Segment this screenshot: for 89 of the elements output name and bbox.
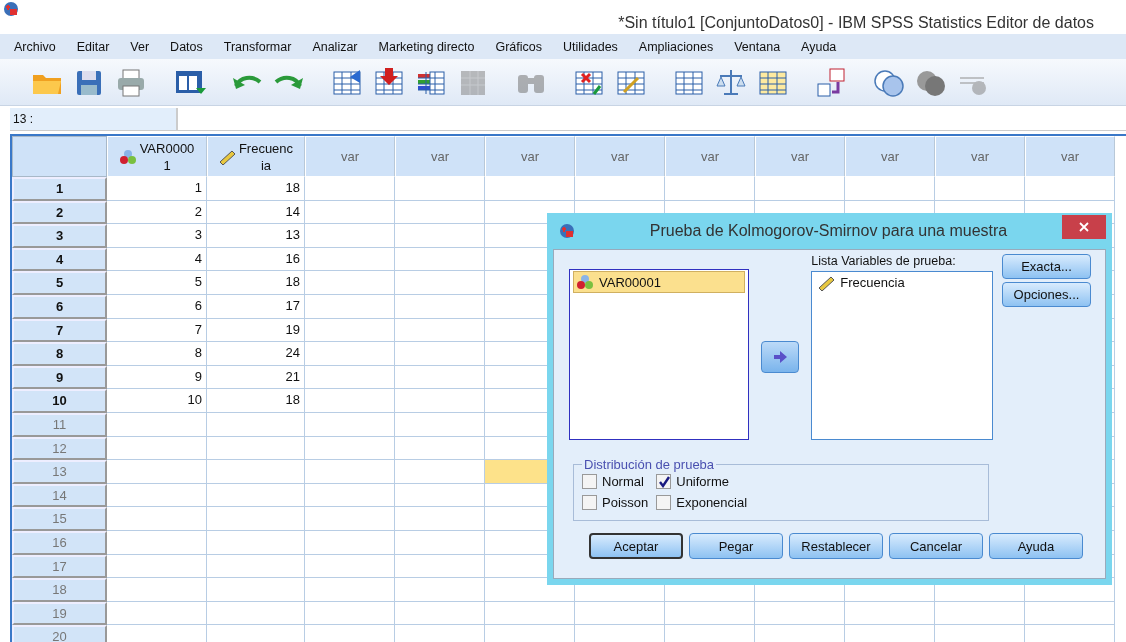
menu-item[interactable]: Editar bbox=[68, 39, 118, 54]
dialog-title: Prueba de Kolmogorov-Smirnov para una muestra bbox=[648, 222, 1009, 240]
menu-item[interactable]: Utilidades bbox=[554, 39, 626, 54]
row-header[interactable]: 20 bbox=[12, 625, 107, 642]
column-header[interactable]: var bbox=[845, 136, 935, 177]
table-cell: 24 bbox=[207, 342, 305, 366]
list-item[interactable]: VAR00001 bbox=[573, 271, 745, 293]
dialog-button[interactable]: Restablecer bbox=[789, 533, 883, 559]
table-cell: 5 bbox=[107, 271, 207, 295]
menu-item[interactable]: Analizar bbox=[304, 39, 366, 54]
dialog-button[interactable]: Ayuda bbox=[989, 533, 1083, 559]
row-header[interactable]: 7 bbox=[12, 318, 107, 343]
table-cell: 7 bbox=[107, 318, 207, 343]
menu-item[interactable]: Marketing directo bbox=[370, 39, 483, 54]
column-header[interactable]: VAR00001 bbox=[107, 136, 207, 177]
table-cell: 17 bbox=[207, 294, 305, 319]
menu-item[interactable]: Ayuda bbox=[793, 39, 845, 54]
row-header[interactable]: 4 bbox=[12, 247, 107, 272]
menu-item[interactable]: Archivo bbox=[6, 39, 64, 54]
source-variable-list[interactable]: VAR00001 bbox=[569, 269, 749, 440]
row-header[interactable]: 9 bbox=[12, 365, 107, 390]
table-cell: 18 bbox=[207, 177, 305, 201]
list-item[interactable]: Frecuencia bbox=[815, 272, 989, 293]
row-header[interactable]: 16 bbox=[12, 530, 107, 555]
table-cell: 9 bbox=[107, 365, 207, 390]
arrow-right-icon bbox=[772, 349, 789, 364]
row-header[interactable]: 8 bbox=[12, 342, 107, 366]
menu-item[interactable]: Transformar bbox=[215, 39, 300, 54]
table-cell: 21 bbox=[207, 365, 305, 390]
row-header[interactable]: 6 bbox=[12, 294, 107, 319]
dialog-button[interactable]: Opciones... bbox=[1002, 282, 1091, 307]
menu-item[interactable]: Datos bbox=[162, 39, 211, 54]
close-icon bbox=[1079, 222, 1089, 232]
menu-item[interactable]: Ventana bbox=[726, 39, 789, 54]
checkbox[interactable]: Poisson bbox=[582, 495, 649, 510]
app-logo-icon bbox=[559, 223, 575, 239]
row-header[interactable]: 5 bbox=[12, 271, 107, 295]
test-variable-list[interactable]: Frecuencia bbox=[811, 270, 993, 440]
check-icon bbox=[657, 475, 670, 488]
column-header[interactable]: var bbox=[395, 136, 485, 177]
row-header[interactable]: 1 bbox=[12, 177, 107, 201]
row-header[interactable]: 18 bbox=[12, 578, 107, 602]
table-cell: 6 bbox=[107, 294, 207, 319]
table-cell: 3 bbox=[107, 224, 207, 248]
checkbox[interactable]: Exponencial bbox=[656, 495, 748, 510]
row-header[interactable]: 2 bbox=[12, 200, 107, 225]
dialog-button[interactable]: Cancelar bbox=[889, 533, 983, 559]
table-cell: 14 bbox=[207, 200, 305, 225]
ruler-icon bbox=[817, 274, 836, 291]
window-title: *Sin título1 [ConjuntoDatos0] - IBM SPSS Statistics Editor de datos bbox=[618, 14, 1094, 32]
row-header[interactable]: 10 bbox=[12, 389, 107, 413]
list-label: Lista Variables de prueba: bbox=[811, 254, 957, 270]
checkbox[interactable]: Uniforme bbox=[656, 474, 748, 489]
table-cell: 4 bbox=[107, 247, 207, 272]
row-header[interactable]: 19 bbox=[12, 601, 107, 626]
close-button[interactable] bbox=[1062, 215, 1106, 239]
dialog-button[interactable]: Pegar bbox=[689, 533, 783, 559]
dialog-button[interactable]: Aceptar bbox=[589, 533, 683, 559]
column-header[interactable]: var bbox=[485, 136, 575, 177]
column-header[interactable]: var bbox=[575, 136, 665, 177]
column-header[interactable]: Frecuencia bbox=[207, 136, 305, 177]
ruler-icon bbox=[217, 148, 236, 165]
column-header[interactable]: var bbox=[755, 136, 845, 177]
menu-item[interactable]: Gráficos bbox=[487, 39, 550, 54]
table-cell: 2 bbox=[107, 200, 207, 225]
row-header[interactable]: 13 bbox=[12, 460, 107, 484]
row-header[interactable]: 3 bbox=[12, 224, 107, 248]
column-header[interactable]: var bbox=[305, 136, 395, 177]
table-cell: 19 bbox=[207, 318, 305, 343]
table-cell: 1 bbox=[107, 177, 207, 201]
menu-item[interactable]: Ver bbox=[122, 39, 158, 54]
app-logo-icon bbox=[3, 1, 19, 17]
dialog-button[interactable]: Exacta... bbox=[1002, 254, 1091, 279]
nominal-icon bbox=[576, 274, 594, 290]
column-header[interactable]: var bbox=[935, 136, 1025, 177]
column-header[interactable]: var bbox=[1025, 136, 1115, 177]
table-cell: 16 bbox=[207, 247, 305, 272]
table-cell: 13 bbox=[207, 224, 305, 248]
table-cell: 8 bbox=[107, 342, 207, 366]
move-right-button[interactable] bbox=[761, 340, 800, 373]
checkbox[interactable]: Normal bbox=[582, 474, 649, 489]
group-title: Distribución de prueba bbox=[583, 457, 716, 472]
table-cell: 18 bbox=[207, 389, 305, 413]
table-cell: 18 bbox=[207, 271, 305, 295]
table-cell: 10 bbox=[107, 389, 207, 413]
cell-reference: 13 : bbox=[10, 108, 178, 130]
column-header[interactable]: var bbox=[665, 136, 755, 177]
menu-item[interactable]: Ampliaciones bbox=[630, 39, 722, 54]
nominal-icon bbox=[118, 148, 137, 165]
